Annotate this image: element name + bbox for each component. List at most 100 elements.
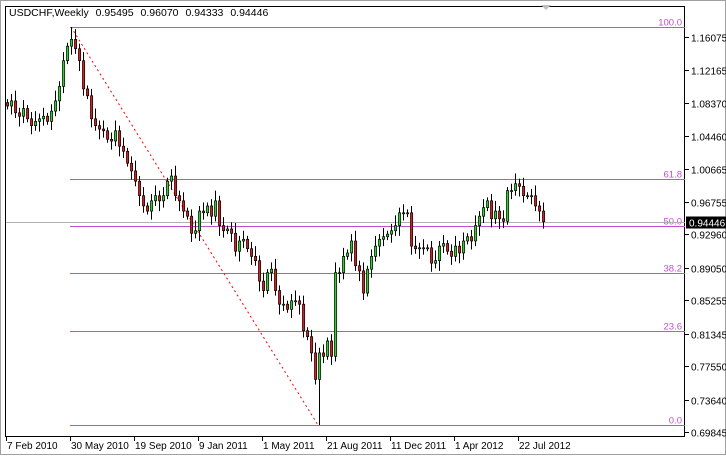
candle-body: [238, 240, 242, 252]
candle-body: [166, 180, 170, 197]
candle: [318, 347, 322, 426]
candle: [474, 215, 478, 247]
fib-level-label: 38.2: [664, 264, 683, 275]
candle-body: [454, 245, 458, 257]
candle-body: [322, 352, 326, 357]
candle-body: [458, 245, 462, 254]
candle-body: [70, 38, 74, 47]
candle: [34, 111, 38, 131]
candle-body: [266, 272, 270, 291]
price-tick-label: 1.08370: [691, 100, 726, 111]
price-tick-label: 0.81345: [691, 331, 726, 342]
candle-body: [350, 240, 354, 254]
candle: [82, 52, 86, 96]
candle: [118, 125, 122, 157]
candle-body: [246, 238, 250, 250]
chart-window[interactable]: USDCHF,Weekly 0.95495 0.96070 0.94333 0.…: [0, 0, 726, 455]
candle: [250, 241, 254, 265]
candle-body: [282, 303, 286, 306]
candle-body: [514, 183, 518, 191]
candle-body: [106, 130, 110, 140]
candle: [174, 165, 178, 201]
candle: [258, 255, 262, 292]
candle-body: [90, 95, 94, 120]
candle: [502, 210, 506, 229]
candle: [70, 26, 74, 55]
candle-body: [210, 205, 214, 217]
candle: [106, 127, 110, 143]
candle-body: [462, 240, 466, 254]
candle: [510, 183, 514, 200]
candle: [178, 190, 182, 212]
candle-body: [186, 210, 190, 217]
candle: [214, 190, 218, 222]
candle-body: [54, 100, 58, 112]
candle-body: [142, 195, 146, 207]
candle: [406, 209, 410, 218]
candle-body: [330, 340, 334, 357]
candle-body: [146, 205, 150, 212]
candle-body: [170, 175, 174, 182]
candle-body: [294, 300, 298, 303]
candle: [346, 249, 350, 260]
candle-body: [26, 108, 30, 120]
candle: [206, 202, 210, 217]
fib-level-label: 61.8: [664, 170, 683, 181]
candle: [182, 192, 186, 218]
candle: [398, 207, 402, 236]
candle: [514, 173, 518, 196]
candle: [354, 230, 358, 271]
candle-body: [510, 190, 514, 192]
candle-body: [518, 183, 522, 187]
candle-body: [290, 300, 294, 310]
price-tick-label: 1.00665: [691, 166, 726, 177]
fib-trendline: [70, 26, 319, 426]
candle: [366, 265, 370, 297]
candle-body: [390, 230, 394, 235]
candle: [102, 120, 106, 138]
candle: [266, 269, 270, 294]
candle: [498, 205, 502, 230]
candle: [534, 185, 538, 212]
candle-body: [538, 205, 542, 212]
candle-body: [430, 247, 434, 264]
candle-body: [38, 118, 42, 122]
candle-body: [134, 170, 138, 182]
candle-body: [42, 115, 46, 120]
candle: [542, 202, 546, 229]
candle: [538, 200, 542, 222]
candle-body: [298, 300, 302, 305]
candle: [326, 337, 330, 360]
candle-body: [78, 48, 82, 62]
candle-body: [526, 195, 530, 198]
candle: [234, 223, 238, 257]
candle-body: [270, 268, 274, 273]
candle: [222, 217, 226, 238]
candle-body: [506, 190, 510, 222]
candle: [150, 193, 154, 220]
candle-body: [126, 150, 130, 164]
candle: [274, 258, 278, 296]
candle-body: [386, 233, 390, 238]
candle: [394, 215, 398, 236]
candle-body: [218, 200, 222, 226]
candle: [22, 100, 26, 124]
candle-body: [62, 60, 66, 87]
candle: [306, 327, 310, 341]
fib-level-label: 0.0: [669, 416, 682, 427]
candle: [246, 235, 250, 253]
candle-body: [58, 85, 62, 102]
candle-body: [150, 200, 154, 212]
fib-level-label: 100.0: [658, 18, 682, 29]
candle-body: [110, 138, 114, 142]
time-tick-label: 9 Jan 2011: [199, 441, 248, 452]
candle-body: [286, 303, 290, 310]
candle-body: [66, 45, 70, 62]
candle: [522, 177, 526, 203]
candle: [238, 235, 242, 262]
candle: [54, 90, 58, 117]
candle: [350, 234, 354, 262]
candle-body: [206, 205, 210, 214]
candle: [42, 107, 46, 126]
candle-body: [418, 247, 422, 250]
